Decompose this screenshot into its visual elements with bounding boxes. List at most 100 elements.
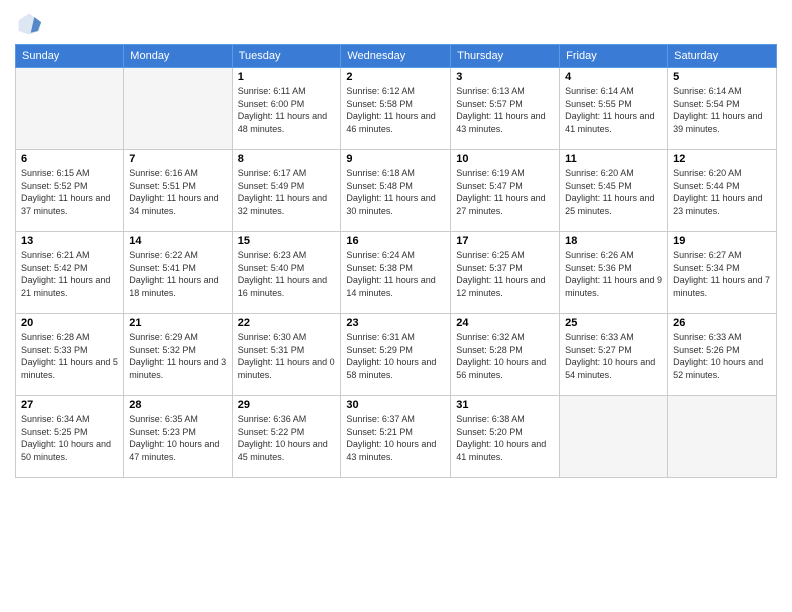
day-cell: 29 Sunrise: 6:36 AM Sunset: 5:22 PM Dayli… [232, 396, 341, 478]
header-row: SundayMondayTuesdayWednesdayThursdayFrid… [16, 45, 777, 68]
day-cell: 30 Sunrise: 6:37 AM Sunset: 5:21 PM Dayli… [341, 396, 451, 478]
header-cell-wednesday: Wednesday [341, 45, 451, 68]
day-info: Sunrise: 6:12 AM Sunset: 5:58 PM Dayligh… [346, 85, 445, 135]
day-cell: 19 Sunrise: 6:27 AM Sunset: 5:34 PM Dayli… [668, 232, 777, 314]
day-number: 17 [456, 235, 554, 247]
day-number: 6 [21, 153, 118, 165]
logo-icon [15, 10, 43, 38]
day-number: 23 [346, 317, 445, 329]
day-number: 27 [21, 399, 118, 411]
day-info: Sunrise: 6:16 AM Sunset: 5:51 PM Dayligh… [129, 167, 226, 217]
day-cell: 13 Sunrise: 6:21 AM Sunset: 5:42 PM Dayli… [16, 232, 124, 314]
header-cell-friday: Friday [560, 45, 668, 68]
day-info: Sunrise: 6:33 AM Sunset: 5:26 PM Dayligh… [673, 331, 771, 381]
day-number: 8 [238, 153, 336, 165]
day-cell: 4 Sunrise: 6:14 AM Sunset: 5:55 PM Daylig… [560, 68, 668, 150]
day-info: Sunrise: 6:20 AM Sunset: 5:44 PM Dayligh… [673, 167, 771, 217]
day-number: 2 [346, 71, 445, 83]
day-info: Sunrise: 6:38 AM Sunset: 5:20 PM Dayligh… [456, 413, 554, 463]
calendar-body: 1 Sunrise: 6:11 AM Sunset: 6:00 PM Daylig… [16, 68, 777, 478]
day-cell: 24 Sunrise: 6:32 AM Sunset: 5:28 PM Dayli… [451, 314, 560, 396]
day-info: Sunrise: 6:26 AM Sunset: 5:36 PM Dayligh… [565, 249, 662, 299]
day-cell: 8 Sunrise: 6:17 AM Sunset: 5:49 PM Daylig… [232, 150, 341, 232]
day-info: Sunrise: 6:37 AM Sunset: 5:21 PM Dayligh… [346, 413, 445, 463]
day-info: Sunrise: 6:23 AM Sunset: 5:40 PM Dayligh… [238, 249, 336, 299]
day-cell: 22 Sunrise: 6:30 AM Sunset: 5:31 PM Dayli… [232, 314, 341, 396]
day-number: 7 [129, 153, 226, 165]
header-cell-monday: Monday [124, 45, 232, 68]
day-number: 3 [456, 71, 554, 83]
day-cell: 21Sunrise: 6:29 AM Sunset: 5:32 PM Dayli… [124, 314, 232, 396]
header-cell-tuesday: Tuesday [232, 45, 341, 68]
day-number: 13 [21, 235, 118, 247]
day-info: Sunrise: 6:13 AM Sunset: 5:57 PM Dayligh… [456, 85, 554, 135]
day-info: Sunrise: 6:27 AM Sunset: 5:34 PM Dayligh… [673, 249, 771, 299]
day-number: 14 [129, 235, 226, 247]
day-cell: 20 Sunrise: 6:28 AM Sunset: 5:33 PM Dayli… [16, 314, 124, 396]
day-number: 30 [346, 399, 445, 411]
day-number: 4 [565, 71, 662, 83]
day-cell: 3 Sunrise: 6:13 AM Sunset: 5:57 PM Daylig… [451, 68, 560, 150]
day-number: 26 [673, 317, 771, 329]
day-cell: 15 Sunrise: 6:23 AM Sunset: 5:40 PM Dayli… [232, 232, 341, 314]
day-cell: 10Sunrise: 6:19 AM Sunset: 5:47 PM Dayli… [451, 150, 560, 232]
day-info: Sunrise: 6:15 AM Sunset: 5:52 PM Dayligh… [21, 167, 118, 217]
day-info: Sunrise: 6:34 AM Sunset: 5:25 PM Dayligh… [21, 413, 118, 463]
day-info: Sunrise: 6:32 AM Sunset: 5:28 PM Dayligh… [456, 331, 554, 381]
day-cell: 23 Sunrise: 6:31 AM Sunset: 5:29 PM Dayli… [341, 314, 451, 396]
day-cell: 14 Sunrise: 6:22 AM Sunset: 5:41 PM Dayli… [124, 232, 232, 314]
day-info: Sunrise: 6:17 AM Sunset: 5:49 PM Dayligh… [238, 167, 336, 217]
day-number: 28 [129, 399, 226, 411]
day-cell: 1 Sunrise: 6:11 AM Sunset: 6:00 PM Daylig… [232, 68, 341, 150]
day-number: 1 [238, 71, 336, 83]
calendar-header: SundayMondayTuesdayWednesdayThursdayFrid… [16, 45, 777, 68]
day-cell: 27 Sunrise: 6:34 AM Sunset: 5:25 PM Dayli… [16, 396, 124, 478]
day-number: 11 [565, 153, 662, 165]
page: SundayMondayTuesdayWednesdayThursdayFrid… [0, 0, 792, 612]
day-info: Sunrise: 6:21 AM Sunset: 5:42 PM Dayligh… [21, 249, 118, 299]
day-number: 24 [456, 317, 554, 329]
day-info: Sunrise: 6:20 AM Sunset: 5:45 PM Dayligh… [565, 167, 662, 217]
day-number: 15 [238, 235, 336, 247]
header [15, 10, 777, 38]
logo [15, 10, 47, 38]
day-cell: 6 Sunrise: 6:15 AM Sunset: 5:52 PM Daylig… [16, 150, 124, 232]
day-number: 29 [238, 399, 336, 411]
week-row-1: 1 Sunrise: 6:11 AM Sunset: 6:00 PM Daylig… [16, 68, 777, 150]
day-cell: 28Sunrise: 6:35 AM Sunset: 5:23 PM Dayli… [124, 396, 232, 478]
week-row-4: 20 Sunrise: 6:28 AM Sunset: 5:33 PM Dayli… [16, 314, 777, 396]
day-cell [16, 68, 124, 150]
day-info: Sunrise: 6:36 AM Sunset: 5:22 PM Dayligh… [238, 413, 336, 463]
header-cell-thursday: Thursday [451, 45, 560, 68]
day-info: Sunrise: 6:14 AM Sunset: 5:55 PM Dayligh… [565, 85, 662, 135]
day-info: Sunrise: 6:14 AM Sunset: 5:54 PM Dayligh… [673, 85, 771, 135]
day-number: 9 [346, 153, 445, 165]
header-cell-saturday: Saturday [668, 45, 777, 68]
day-cell: 11 Sunrise: 6:20 AM Sunset: 5:45 PM Dayli… [560, 150, 668, 232]
day-info: Sunrise: 6:24 AM Sunset: 5:38 PM Dayligh… [346, 249, 445, 299]
day-cell: 9Sunrise: 6:18 AM Sunset: 5:48 PM Daylig… [341, 150, 451, 232]
day-number: 19 [673, 235, 771, 247]
day-cell: 5 Sunrise: 6:14 AM Sunset: 5:54 PM Daylig… [668, 68, 777, 150]
day-info: Sunrise: 6:25 AM Sunset: 5:37 PM Dayligh… [456, 249, 554, 299]
header-cell-sunday: Sunday [16, 45, 124, 68]
day-info: Sunrise: 6:31 AM Sunset: 5:29 PM Dayligh… [346, 331, 445, 381]
day-info: Sunrise: 6:30 AM Sunset: 5:31 PM Dayligh… [238, 331, 336, 381]
day-number: 22 [238, 317, 336, 329]
day-number: 21 [129, 317, 226, 329]
day-cell: 26 Sunrise: 6:33 AM Sunset: 5:26 PM Dayli… [668, 314, 777, 396]
day-cell [124, 68, 232, 150]
week-row-5: 27 Sunrise: 6:34 AM Sunset: 5:25 PM Dayli… [16, 396, 777, 478]
day-info: Sunrise: 6:28 AM Sunset: 5:33 PM Dayligh… [21, 331, 118, 381]
day-info: Sunrise: 6:22 AM Sunset: 5:41 PM Dayligh… [129, 249, 226, 299]
day-info: Sunrise: 6:11 AM Sunset: 6:00 PM Dayligh… [238, 85, 336, 135]
day-number: 12 [673, 153, 771, 165]
week-row-2: 6 Sunrise: 6:15 AM Sunset: 5:52 PM Daylig… [16, 150, 777, 232]
week-row-3: 13 Sunrise: 6:21 AM Sunset: 5:42 PM Dayli… [16, 232, 777, 314]
day-number: 16 [346, 235, 445, 247]
day-number: 20 [21, 317, 118, 329]
day-cell: 7 Sunrise: 6:16 AM Sunset: 5:51 PM Daylig… [124, 150, 232, 232]
day-number: 5 [673, 71, 771, 83]
day-cell: 25Sunrise: 6:33 AM Sunset: 5:27 PM Dayli… [560, 314, 668, 396]
day-cell: 18Sunrise: 6:26 AM Sunset: 5:36 PM Dayli… [560, 232, 668, 314]
